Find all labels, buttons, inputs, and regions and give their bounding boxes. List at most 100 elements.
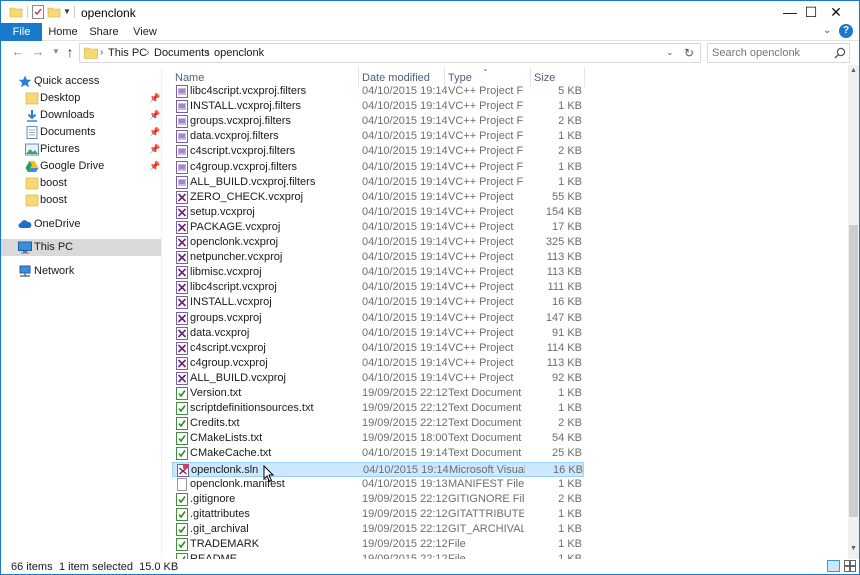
- column-divider[interactable]: [584, 67, 585, 87]
- close-button[interactable]: ✕: [813, 1, 859, 23]
- chevron-down-icon[interactable]: ⌄: [666, 47, 674, 58]
- table-row[interactable]: c4script.vcxproj.filters 04/10/2015 19:14…: [172, 144, 584, 159]
- table-row[interactable]: groups.vcxproj.filters 04/10/2015 19:14 VC…: [172, 114, 584, 129]
- table-row[interactable]: PACKAGE.vcxproj 04/10/2015 19:14 VC++ Proj…: [172, 220, 584, 235]
- sidebar-item-desktop[interactable]: Desktop 📌: [1, 90, 161, 107]
- table-row[interactable]: c4script.vcxproj 04/10/2015 19:14 VC++ Pro…: [172, 341, 584, 356]
- sidebar-item-quick-access[interactable]: Quick access: [1, 73, 161, 90]
- file-size: 1 KB: [558, 160, 582, 173]
- file-date: 04/10/2015 19:14: [362, 100, 448, 113]
- table-row[interactable]: README 19/09/2015 22:12File 1 KB: [172, 552, 584, 559]
- sidebar-item-label: Pictures: [40, 143, 80, 155]
- sidebar-item-boost[interactable]: boost: [1, 175, 161, 192]
- sidebar-item-pictures[interactable]: Pictures 📌: [1, 141, 161, 158]
- file-size: 2 KB: [558, 417, 582, 430]
- sidebar-item-this-pc[interactable]: This PC: [1, 239, 161, 256]
- table-row[interactable]: libc4script.vcxproj.filters 04/10/2015 19…: [172, 84, 584, 99]
- tab-file[interactable]: File: [1, 23, 42, 41]
- table-row[interactable]: CMakeCache.txt 04/10/2015 19:14 Text Docum…: [172, 446, 584, 461]
- file-date: 04/10/2015 19:14: [362, 341, 448, 354]
- scroll-up-icon[interactable]: ▲: [849, 67, 858, 79]
- chevron-right-icon[interactable]: ›: [100, 47, 103, 58]
- new-folder-icon[interactable]: [47, 5, 61, 19]
- address-bar[interactable]: › This PC › Documents › openclonk ⌄ ↻: [79, 43, 701, 63]
- properties-icon[interactable]: [32, 5, 44, 19]
- table-row[interactable]: openclonk.vcxproj 04/10/2015 19:14 VC++ Pr…: [172, 235, 584, 250]
- pin-icon[interactable]: 📌: [149, 124, 160, 141]
- table-row[interactable]: Credits.txt 19/09/2015 22:12 Text Document…: [172, 416, 584, 431]
- details-view-button[interactable]: [827, 560, 840, 572]
- table-row[interactable]: setup.vcxproj 04/10/2015 19:14 VC++ Projec…: [172, 205, 584, 220]
- search-box[interactable]: [707, 43, 850, 63]
- table-row[interactable]: libc4script.vcxproj 04/10/2015 19:14 VC++ …: [172, 280, 584, 295]
- file-size: 55 KB: [552, 190, 582, 203]
- cloud-icon: [18, 220, 32, 228]
- breadcrumb-documents[interactable]: Documents: [154, 47, 210, 59]
- table-row[interactable]: INSTALL.vcxproj 04/10/2015 19:14 VC++ Proj…: [172, 295, 584, 310]
- table-row[interactable]: ALL_BUILD.vcxproj 04/10/2015 19:14 VC++ Pr…: [172, 371, 584, 386]
- breadcrumb-this-pc[interactable]: This PC: [108, 47, 147, 59]
- table-row[interactable]: ALL_BUILD.vcxproj.filters 04/10/2015 19:1…: [172, 175, 584, 190]
- vcxproj-icon: [176, 190, 188, 204]
- table-row[interactable]: data.vcxproj.filters 04/10/2015 19:14 VC++…: [172, 129, 584, 144]
- file-name: ZERO_CHECK.vcxproj: [190, 190, 304, 203]
- pin-icon[interactable]: 📌: [149, 158, 160, 175]
- file-date: 19/09/2015 22:12: [362, 522, 448, 535]
- sidebar-item-onedrive[interactable]: OneDrive: [1, 216, 161, 233]
- tab-home[interactable]: Home: [45, 23, 81, 41]
- help-button[interactable]: ?: [839, 24, 853, 38]
- up-arrow-icon[interactable]: ↑: [63, 44, 77, 60]
- tab-view[interactable]: View: [129, 23, 161, 41]
- sidebar-item-google-drive[interactable]: Google Drive 📌: [1, 158, 161, 175]
- folder-icon[interactable]: [9, 5, 23, 19]
- table-row[interactable]: TRADEMARK 19/09/2015 22:12 File 1 KB: [172, 537, 584, 552]
- text-document-icon: [176, 387, 188, 400]
- table-row[interactable]: CMakeLists.txt 19/09/2015 18:00 Text Docum…: [172, 431, 584, 446]
- table-row[interactable]: ZERO_CHECK.vcxproj 04/10/2015 19:14 VC++ P…: [172, 190, 584, 205]
- file-name: ALL_BUILD.vcxproj.filters: [190, 175, 316, 188]
- table-row[interactable]: data.vcxproj 04/10/2015 19:14 VC++ Project…: [172, 326, 584, 341]
- file-size: 2 KB: [558, 145, 582, 158]
- forward-arrow-icon[interactable]: →: [31, 44, 45, 60]
- vcxproj-filters-icon: [176, 175, 188, 189]
- table-row[interactable]: INSTALL.vcxproj.filters 04/10/2015 19:14 V…: [172, 99, 584, 114]
- expand-ribbon-icon[interactable]: ⌄: [823, 25, 831, 36]
- file-date: 04/10/2015 19:14: [362, 130, 448, 143]
- scroll-down-icon[interactable]: ▼: [849, 545, 858, 557]
- table-row[interactable]: openclonk.manifest 04/10/2015 19:13 MANIFE…: [172, 477, 584, 492]
- table-row[interactable]: netpuncher.vcxproj 04/10/2015 19:14 VC++ P…: [172, 250, 584, 265]
- table-row[interactable]: groups.vcxproj 04/10/2015 19:14 VC++ Proje…: [172, 311, 584, 326]
- chevron-down-icon[interactable]: ▼: [63, 7, 71, 21]
- breadcrumb-openclonk[interactable]: openclonk: [214, 47, 264, 59]
- pin-icon[interactable]: 📌: [149, 107, 160, 124]
- table-row[interactable]: c4group.vcxproj.filters 04/10/2015 19:14 V…: [172, 160, 584, 175]
- status-bar: 66 items 1 item selected 15.0 KB: [1, 559, 859, 575]
- table-row[interactable]: Version.txt 19/09/2015 22:12 Text Document…: [172, 386, 584, 401]
- table-row[interactable]: c4group.vcxproj 04/10/2015 19:14 VC++ Proj…: [172, 356, 584, 371]
- vcxproj-icon: [176, 311, 188, 325]
- table-row[interactable]: .git_archival 19/09/2015 22:12 GIT_ARCHIVA…: [172, 522, 584, 537]
- large-icons-view-button[interactable]: [844, 560, 856, 572]
- chevron-right-icon[interactable]: ›: [206, 47, 209, 58]
- table-row[interactable]: .gitignore 19/09/2015 22:12 GITIGNORE File…: [172, 492, 584, 507]
- search-input[interactable]: [712, 46, 830, 60]
- vertical-scrollbar[interactable]: ▲ ▼: [848, 65, 859, 559]
- sidebar-item-boost-2[interactable]: boost: [1, 192, 161, 209]
- refresh-icon[interactable]: ↻: [684, 46, 694, 60]
- back-arrow-icon[interactable]: ←: [11, 44, 25, 60]
- recent-locations-icon[interactable]: ▼: [49, 44, 63, 60]
- chevron-right-icon[interactable]: ›: [146, 47, 149, 58]
- pin-icon[interactable]: 📌: [149, 90, 160, 107]
- table-row[interactable]: scriptdefinitionsources.txt 19/09/2015 22…: [172, 401, 584, 416]
- sidebar-item-downloads[interactable]: Downloads 📌: [1, 107, 161, 124]
- pin-icon[interactable]: 📌: [149, 141, 160, 158]
- tab-share[interactable]: Share: [86, 23, 122, 41]
- table-row[interactable]: .gitattributes 19/09/2015 22:12 GITATTRIBU…: [172, 507, 584, 522]
- window-title: openclonk: [81, 6, 136, 20]
- scrollbar-thumb[interactable]: [849, 225, 858, 517]
- sidebar-item-documents[interactable]: Documents 📌: [1, 124, 161, 141]
- table-row[interactable]: libmisc.vcxproj 04/10/2015 19:14 VC++ Proj…: [172, 265, 584, 280]
- sidebar-item-network[interactable]: Network: [1, 263, 161, 280]
- sidebar-item-label: boost: [40, 177, 67, 189]
- table-row-selected[interactable]: openclonk.sln 04/10/2015 19:14 Microsoft V…: [172, 461, 584, 477]
